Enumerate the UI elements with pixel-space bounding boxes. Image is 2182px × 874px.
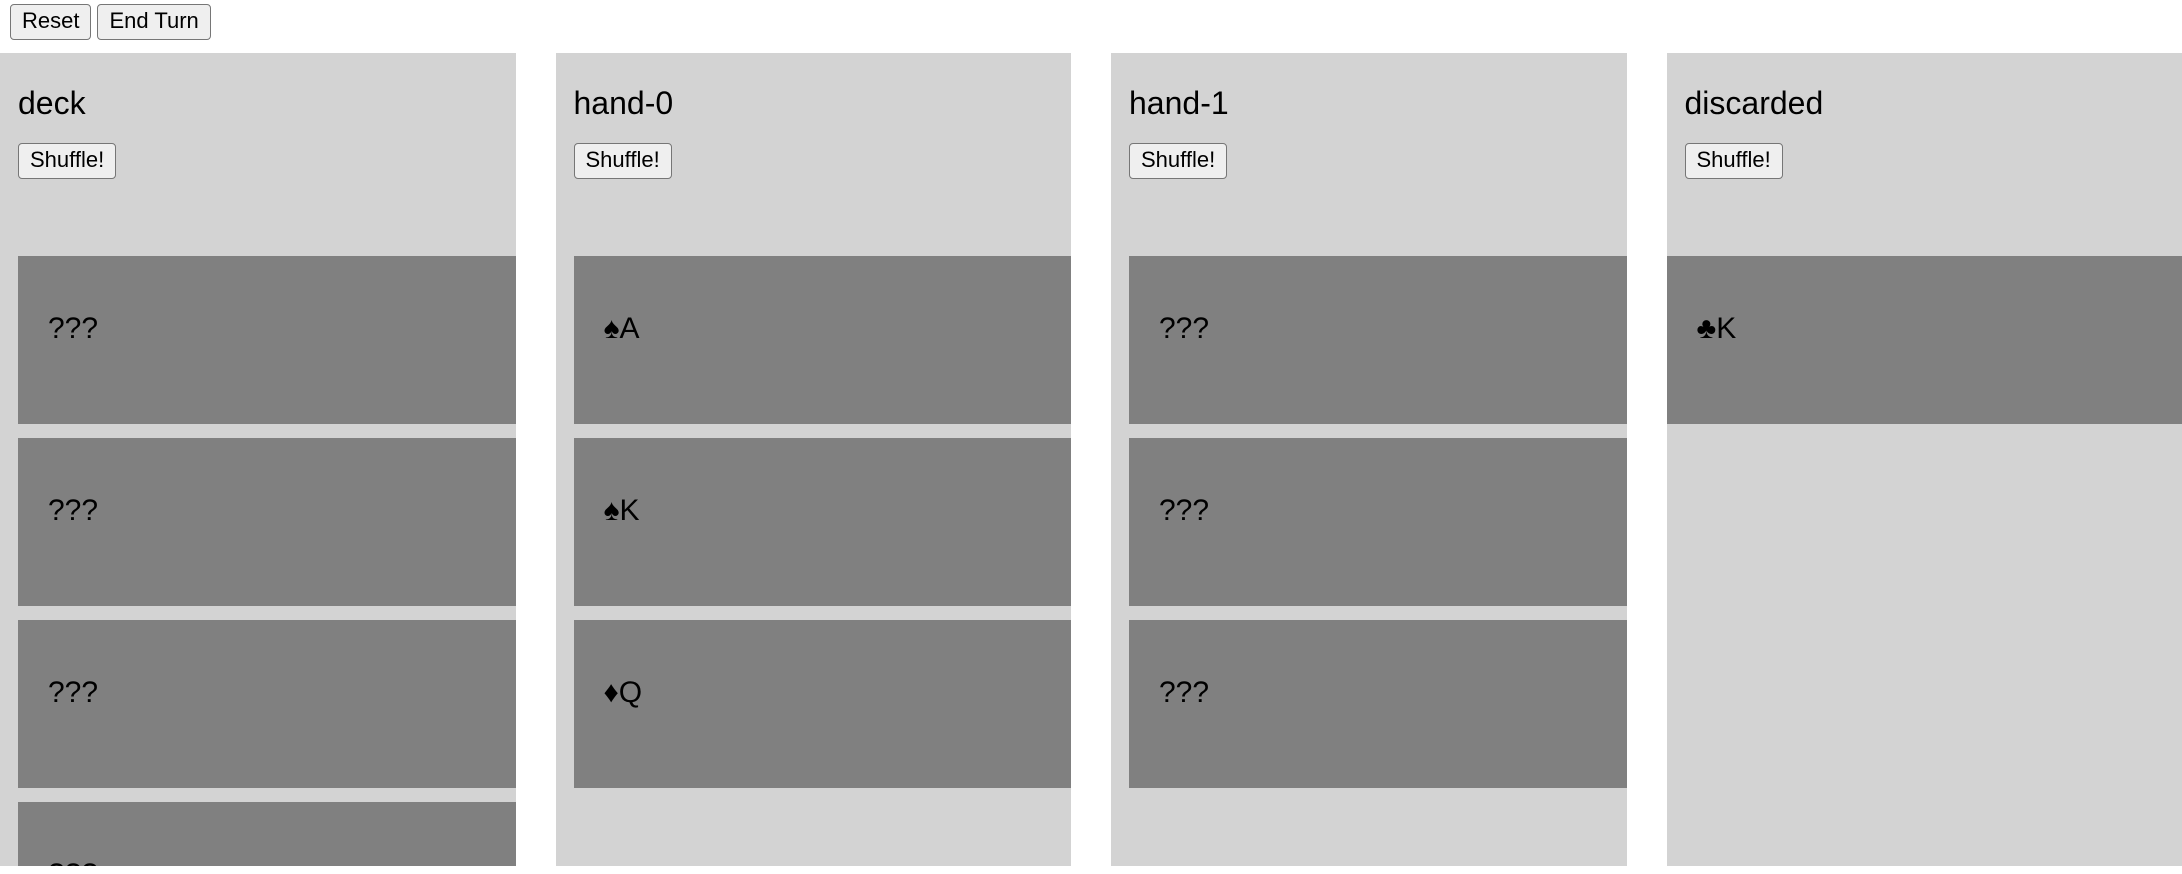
reset-button[interactable]: Reset: [10, 4, 92, 40]
shuffle-button-hand-1[interactable]: Shuffle!: [1129, 143, 1228, 179]
card-label: ???: [1159, 494, 1210, 527]
pile-hand-1: hand-1 Shuffle! ??? ??? ???: [1111, 53, 1627, 866]
card-label: ♦Q: [603, 676, 643, 709]
card-label: ???: [48, 860, 98, 867]
pile-title-hand-0: hand-0: [573, 85, 674, 121]
top-toolbar: Reset End Turn: [10, 4, 211, 40]
card-label: ???: [1159, 312, 1210, 345]
shuffle-button-hand-0[interactable]: Shuffle!: [573, 143, 672, 179]
card-game-app: Reset End Turn deck Shuffle! ??? ??? ???…: [0, 0, 2182, 874]
end-turn-button[interactable]: End Turn: [97, 4, 211, 40]
card-label: ???: [48, 676, 99, 709]
pile-hand-0: hand-0 Shuffle! ♠A ♠K ♦Q: [555, 53, 1071, 866]
card-back[interactable]: ???: [18, 620, 516, 788]
shuffle-button-deck[interactable]: Shuffle!: [18, 143, 117, 179]
card-face-up[interactable]: ♣K: [1666, 256, 2182, 424]
card-face-up[interactable]: ♠A: [573, 256, 1071, 424]
card-back[interactable]: ???: [1129, 438, 1627, 606]
card-label: ???: [48, 312, 99, 345]
card-label: ♠A: [603, 312, 640, 345]
card-face-up[interactable]: ♠K: [573, 438, 1071, 606]
pile-title-deck: deck: [18, 85, 86, 121]
card-back[interactable]: ???: [18, 802, 516, 866]
card-label: ♣K: [1696, 312, 1737, 345]
card-stack-hand-0: ♠A ♠K ♦Q: [556, 256, 1071, 802]
pile-discarded: discarded Shuffle! ♣K: [1666, 53, 2182, 866]
pile-deck: deck Shuffle! ??? ??? ??? ???: [0, 53, 516, 866]
card-label: ♠K: [603, 494, 640, 527]
card-back[interactable]: ???: [18, 438, 516, 606]
card-label: ???: [1159, 676, 1210, 709]
card-back[interactable]: ???: [18, 256, 516, 424]
card-stack-hand-1: ??? ??? ???: [1111, 256, 1627, 802]
card-label: ???: [48, 494, 99, 527]
pile-title-discarded: discarded: [1684, 85, 1824, 121]
card-back[interactable]: ???: [1129, 620, 1627, 788]
card-stack-discarded: ♣K: [1666, 256, 2182, 438]
pile-title-hand-1: hand-1: [1129, 85, 1229, 121]
pile-row: deck Shuffle! ??? ??? ??? ??? hand-0 Shu: [0, 53, 2182, 866]
shuffle-button-discarded[interactable]: Shuffle!: [1684, 143, 1783, 179]
card-face-up[interactable]: ♦Q: [573, 620, 1071, 788]
card-back[interactable]: ???: [1129, 256, 1627, 424]
card-stack-deck: ??? ??? ??? ???: [0, 256, 516, 866]
